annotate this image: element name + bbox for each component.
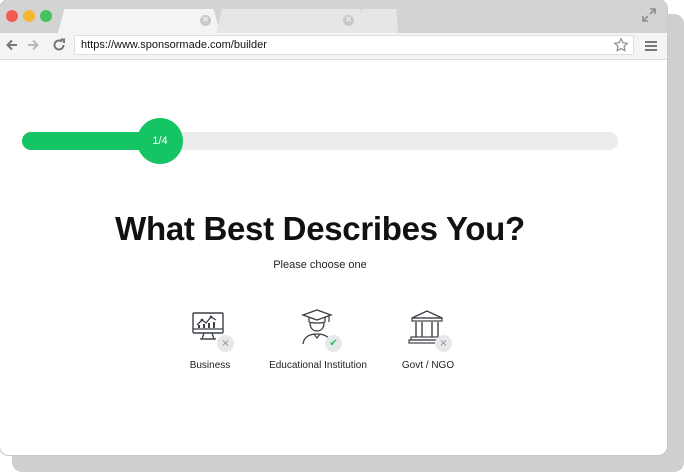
option-educational-institution[interactable]: ✔ Educational Institution — [258, 308, 378, 371]
check-icon: ✔ — [325, 335, 342, 352]
reload-icon[interactable] — [51, 37, 67, 53]
url-text: https://www.sponsormade.com/builder — [81, 39, 267, 51]
progress-step-indicator: 1/4 — [137, 118, 183, 164]
option-label: Business — [189, 360, 231, 371]
expand-icon[interactable] — [641, 7, 657, 23]
browser-toolbar: https://www.sponsormade.com/builder — [0, 33, 667, 60]
option-label: Govt / NGO — [401, 360, 455, 371]
close-icon: × — [217, 335, 234, 352]
tab-inactive[interactable]: × — [216, 9, 366, 33]
arrow-left-icon[interactable] — [4, 37, 20, 53]
page-title: What Best Describes You? — [115, 210, 525, 247]
option-icon-wrapper: ✔ — [294, 308, 342, 352]
new-tab-button[interactable] — [360, 9, 398, 33]
browser-window: × × https://www.sponsormade.com/builder — [0, 0, 667, 455]
close-icon[interactable]: × — [343, 15, 354, 26]
close-icon[interactable]: × — [200, 15, 211, 26]
star-icon[interactable] — [613, 37, 629, 53]
maximize-window-button[interactable] — [40, 10, 52, 22]
title-bar: × × — [0, 0, 667, 33]
close-window-button[interactable] — [6, 10, 18, 22]
option-icon-wrapper: × — [404, 308, 452, 352]
arrow-right-icon[interactable] — [25, 37, 41, 53]
option-business[interactable]: × Business — [150, 308, 270, 371]
tab-active[interactable]: × — [58, 9, 220, 33]
option-label: Educational Institution — [269, 360, 367, 371]
option-govt-ngo[interactable]: × Govt / NGO — [368, 308, 488, 371]
hamburger-icon[interactable] — [644, 39, 658, 53]
option-icon-wrapper: × — [186, 308, 234, 352]
progress-bar — [22, 132, 618, 150]
address-bar[interactable]: https://www.sponsormade.com/builder — [74, 35, 634, 55]
page-subtitle: Please choose one — [273, 259, 367, 271]
close-icon: × — [435, 335, 452, 352]
minimize-window-button[interactable] — [23, 10, 35, 22]
